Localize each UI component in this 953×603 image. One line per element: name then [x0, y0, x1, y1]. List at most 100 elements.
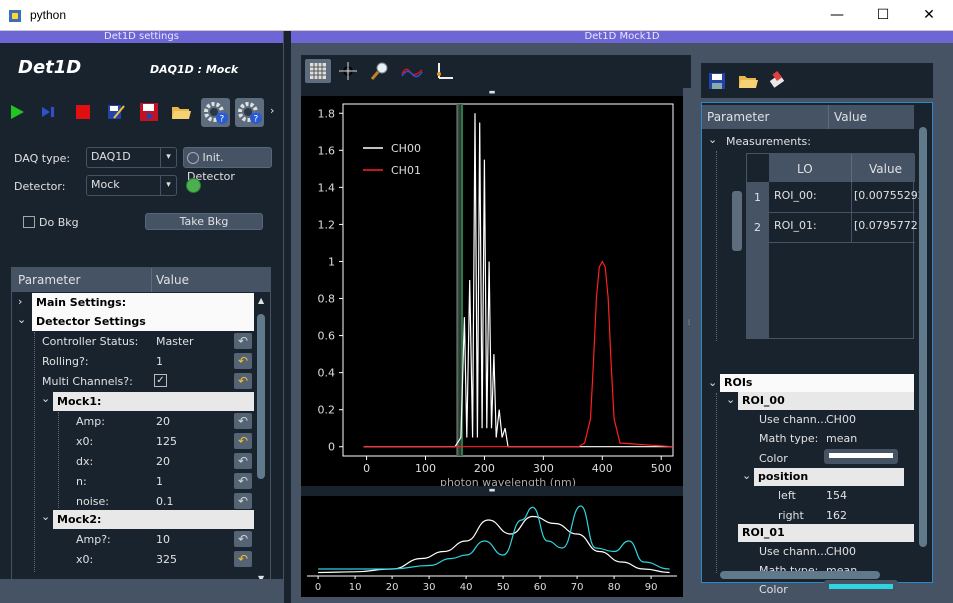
group-position[interactable]: position	[754, 468, 904, 486]
reset-icon[interactable]: ↶	[234, 413, 252, 429]
toolbar-more-icon[interactable]: ›	[270, 104, 274, 117]
group-detector-settings[interactable]: Detector Settings	[32, 312, 254, 331]
reset-icon[interactable]: ↶	[234, 551, 252, 567]
minimize-button[interactable]: —	[814, 0, 860, 31]
group-roi-00[interactable]: ROI_00	[738, 392, 914, 410]
reset-icon[interactable]: ↶	[234, 531, 252, 547]
viewer-dock: Det1D Mock1D ▬ 0 0.2 0.4 0.6 0.8 1 1.2 1.4 1.6 1.…	[291, 31, 953, 603]
init-icon	[187, 152, 199, 164]
chevron-down-icon[interactable]: ⌄	[742, 469, 751, 482]
reset-icon[interactable]: ↶	[234, 373, 252, 389]
app-icon	[9, 10, 21, 22]
settings-help-button[interactable]: ?	[201, 98, 230, 127]
chevron-down-icon: ▾	[160, 148, 176, 167]
scroll-thumb[interactable]	[257, 314, 265, 479]
chevron-down-icon[interactable]: ⌄	[708, 133, 717, 146]
param-x02: x0:	[76, 553, 94, 566]
value-n[interactable]: 1	[156, 472, 163, 491]
reset-icon[interactable]: ↶	[234, 473, 252, 489]
daq-type-select[interactable]: DAQ1D ▾	[86, 147, 177, 168]
value-amp[interactable]: 20	[156, 412, 170, 431]
tree-scrollbar[interactable]: ▲ ▼	[254, 294, 268, 594]
x-tick-label: 0	[315, 582, 321, 593]
splitter[interactable]	[283, 31, 291, 603]
color-picker[interactable]	[824, 580, 898, 595]
reset-icon[interactable]: ↶	[234, 493, 252, 509]
value-x0[interactable]: 125	[156, 432, 177, 451]
maximize-button[interactable]: ☐	[860, 0, 906, 31]
save-edit-icon[interactable]	[106, 102, 126, 122]
step-icon[interactable]	[40, 105, 58, 119]
stop-icon[interactable]	[74, 103, 92, 121]
x-tick-label: 30	[423, 582, 436, 593]
chevron-down-icon[interactable]: ⌄	[41, 510, 50, 523]
legend-label: CH00	[391, 142, 421, 155]
measurements-table: LO Value 1 ROI_00: [0.00755292 2 ROI_01:…	[746, 153, 925, 339]
settings-dock: Det1D settings Det1D DAQ1D : Mock ? ? › …	[0, 31, 283, 603]
value-dx[interactable]: 20	[156, 452, 170, 471]
table-cell-value[interactable]: [0.00755292	[854, 189, 925, 202]
value-controller-status[interactable]: Master	[156, 332, 194, 351]
take-bkg-button[interactable]: Take Bkg	[145, 213, 263, 230]
value-noise[interactable]: 0.1	[156, 492, 174, 511]
param-use-channel: Use chann...	[759, 545, 828, 558]
value-math-type[interactable]: mean	[826, 432, 857, 445]
chevron-right-icon[interactable]: ›	[18, 295, 22, 308]
roi-curve-icon[interactable]	[399, 59, 425, 83]
roi-tree-hscroll[interactable]	[710, 569, 920, 581]
chevron-down-icon[interactable]: ⌄	[41, 392, 50, 405]
group-roi-01[interactable]: ROI_01	[738, 524, 914, 542]
group-rois[interactable]: ROIs	[720, 374, 914, 392]
open-folder-icon[interactable]	[737, 71, 759, 91]
save-current-icon[interactable]	[138, 101, 160, 123]
plot-splitter-handle[interactable]: ▬	[301, 486, 683, 496]
chevron-down-icon[interactable]: ⌄	[17, 313, 26, 326]
init-detector-button[interactable]: Init. Detector	[183, 147, 272, 183]
color-picker[interactable]	[824, 449, 898, 464]
table-cell-lo[interactable]: ROI_01:	[774, 219, 817, 232]
value-use-channel[interactable]: CH00	[826, 545, 856, 558]
reset-icon[interactable]: ↶	[234, 333, 252, 349]
play-icon[interactable]	[8, 103, 26, 121]
crosshair-icon[interactable]	[335, 59, 361, 83]
value-use-channel[interactable]: CH00	[826, 413, 856, 426]
daq-help-button[interactable]: ?	[235, 98, 264, 127]
reset-icon[interactable]: ↶	[234, 353, 252, 369]
group-main-settings[interactable]: Main Settings:	[32, 293, 254, 312]
do-bkg-checkbox[interactable]	[23, 216, 35, 228]
group-mock2[interactable]: Mock2:	[53, 510, 254, 529]
y-tick-label: 0	[328, 441, 335, 454]
value-amp2[interactable]: 10	[156, 530, 170, 549]
param-x0: x0:	[76, 435, 94, 448]
daq-type-label: DAQ type:	[14, 152, 71, 165]
reset-icon[interactable]: ↶	[234, 453, 252, 469]
chevron-down-icon[interactable]: ⌄	[726, 393, 735, 406]
open-folder-icon[interactable]	[170, 102, 192, 122]
lineout-plot[interactable]: 0 10 20 30 40 50 60 70 80 90	[301, 496, 683, 597]
save-icon[interactable]	[707, 71, 727, 91]
table-scrollbar[interactable]	[732, 191, 742, 251]
roi-tree-vscroll[interactable]	[916, 121, 930, 569]
reset-icon[interactable]: ↶	[234, 433, 252, 449]
table-cell-value[interactable]: [0.07957721	[854, 219, 925, 232]
multi-channels-checkbox[interactable]: ✓	[154, 374, 167, 387]
value-x02[interactable]: 325	[156, 550, 177, 569]
zoom-icon[interactable]	[367, 59, 393, 83]
grid-icon[interactable]	[305, 59, 331, 83]
group-mock1[interactable]: Mock1:	[53, 392, 254, 411]
detector-select[interactable]: Mock ▾	[86, 175, 177, 196]
viewer-splitter[interactable]: ⁞	[684, 88, 694, 597]
value-rolling[interactable]: 1	[156, 352, 163, 371]
table-cell-lo[interactable]: ROI_00:	[774, 189, 817, 202]
row-index: 2	[754, 221, 761, 234]
main-plot[interactable]: 0 0.2 0.4 0.6 0.8 1 1.2 1.4 1.6 1.8 0 100 200 300 400 5…	[301, 96, 683, 486]
axes-icon[interactable]	[431, 59, 457, 83]
chevron-down-icon[interactable]: ⌄	[708, 376, 717, 389]
col-lo: LO	[797, 162, 813, 176]
clear-icon[interactable]	[767, 71, 789, 91]
value-left[interactable]: 154	[826, 489, 847, 502]
plot-splitter-handle[interactable]: ▬	[301, 88, 683, 96]
x-tick-label: 50	[497, 582, 510, 593]
close-button[interactable]: ✕	[906, 0, 952, 31]
value-right[interactable]: 162	[826, 509, 847, 522]
